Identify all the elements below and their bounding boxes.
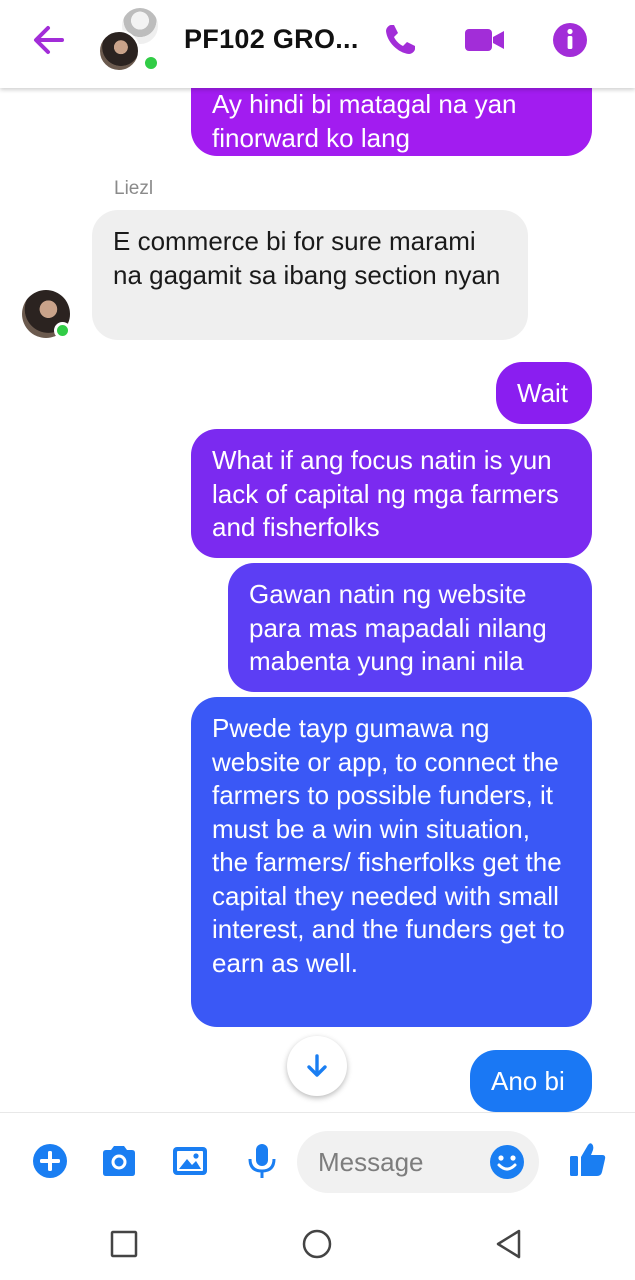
emoji-button[interactable]	[488, 1143, 526, 1181]
message-text: Pwede tayp gumawa ng website or app, to …	[212, 713, 565, 978]
message-bubble-outgoing[interactable]: Wait	[496, 362, 592, 424]
camera-button[interactable]	[99, 1141, 139, 1181]
conversation-title[interactable]: PF102 GRO...	[184, 24, 359, 55]
member-avatar-primary	[98, 30, 140, 72]
message-bubble-outgoing[interactable]: What if ang focus natin is yun lack of c…	[191, 429, 592, 558]
home-button[interactable]	[299, 1226, 335, 1262]
gallery-button[interactable]	[170, 1141, 210, 1181]
camera-icon	[103, 1146, 135, 1176]
phone-icon	[386, 25, 415, 54]
plus-circle-icon	[33, 1144, 67, 1178]
arrow-down-icon	[307, 1054, 327, 1077]
message-text: Gawan natin ng website para mas mapadali…	[249, 579, 547, 676]
recents-button[interactable]	[106, 1226, 142, 1262]
message-bubble-outgoing[interactable]: Pwede tayp gumawa ng website or app, to …	[191, 697, 592, 1027]
more-actions-button[interactable]	[30, 1141, 70, 1181]
message-bubble-outgoing[interactable]: Ano bi	[470, 1050, 592, 1112]
message-composer	[0, 1112, 635, 1208]
message-text: What if ang focus natin is yun lack of c…	[212, 445, 559, 542]
video-call-button[interactable]	[462, 20, 506, 60]
message-bubble-incoming[interactable]: E commerce bi for sure marami na gagamit…	[92, 210, 528, 340]
message-bubble-outgoing[interactable]: Gawan natin ng website para mas mapadali…	[228, 563, 592, 692]
image-icon	[173, 1147, 207, 1175]
arrow-left-icon	[34, 26, 64, 54]
scroll-to-bottom-button[interactable]	[287, 1036, 347, 1096]
like-button[interactable]	[568, 1139, 608, 1179]
microphone-icon	[248, 1144, 276, 1178]
smiley-icon	[490, 1145, 524, 1179]
triangle-back-icon	[496, 1229, 521, 1259]
message-text: Wait	[517, 378, 569, 408]
back-button[interactable]	[28, 20, 72, 60]
circle-icon	[302, 1229, 332, 1259]
voice-message-button[interactable]	[242, 1141, 282, 1181]
message-text: Ay hindi bi matagal na yan finorward ko …	[212, 89, 517, 153]
video-camera-icon	[465, 29, 504, 51]
conversation-info-button[interactable]	[548, 20, 592, 60]
square-icon	[110, 1230, 138, 1258]
group-avatar[interactable]	[96, 6, 166, 76]
message-text: Ano bi	[491, 1066, 565, 1096]
sender-name: Liezl	[114, 178, 154, 199]
message-text: E commerce bi for sure marami na gagamit…	[113, 226, 501, 290]
online-status-dot	[54, 322, 71, 339]
chat-header: PF102 GRO...	[0, 0, 635, 88]
thumbs-up-icon	[570, 1143, 606, 1176]
system-navigation-bar	[0, 1208, 635, 1280]
voice-call-button[interactable]	[380, 20, 424, 60]
info-icon	[553, 23, 587, 57]
system-back-button[interactable]	[490, 1226, 526, 1262]
online-status-dot	[142, 54, 160, 72]
